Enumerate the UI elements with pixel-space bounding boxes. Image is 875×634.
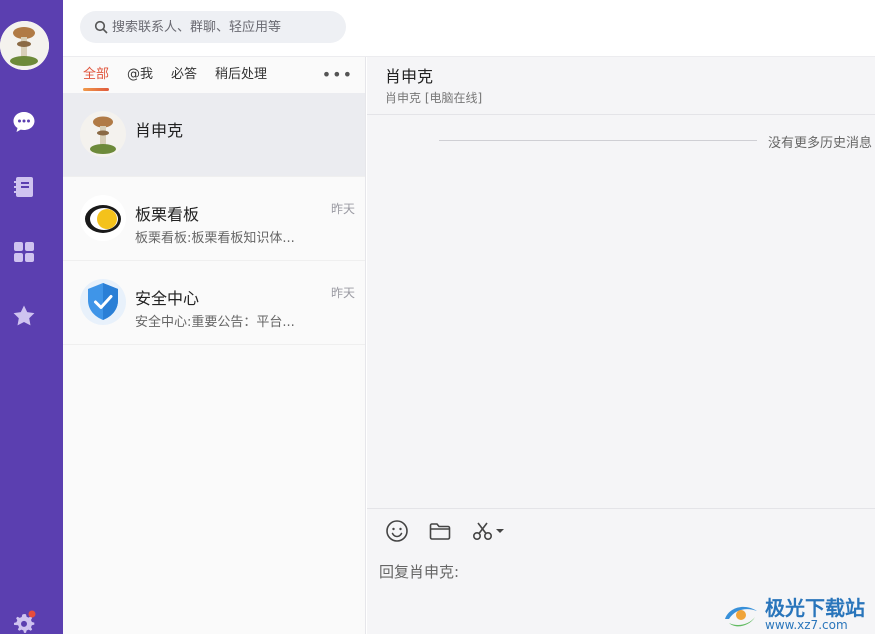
filter-tabs: 全部 @我 必答 稍后处理 ••• <box>63 57 365 93</box>
watermark-logo-icon <box>725 606 757 627</box>
tab-later[interactable]: 稍后处理 <box>215 57 267 93</box>
chat-title[interactable]: 肖申克 <box>385 63 433 87</box>
conversation-list-panel: 全部 @我 必答 稍后处理 ••• 肖申克 板栗看板 板栗看板:板栗看板知识体.… <box>63 57 366 634</box>
tab-all[interactable]: 全部 <box>83 57 110 93</box>
top-bar <box>63 0 875 57</box>
watermark-text: 极光下载站 <box>765 596 865 620</box>
conversation-name: 肖申克 <box>135 121 184 140</box>
contact-avatar <box>80 111 126 157</box>
tab-mentions[interactable]: @我 <box>127 57 153 93</box>
more-options-icon[interactable]: ••• <box>322 65 353 84</box>
chat-panel: 肖申克 肖申克 [电脑在线] 没有更多历史消息 极光下载站 www.xz7.co… <box>367 57 875 634</box>
watermark-url: www.xz7.com <box>765 618 848 632</box>
no-more-history-text: 没有更多历史消息 <box>768 136 873 151</box>
search-box[interactable] <box>80 11 346 43</box>
conversation-item-banli-kanban[interactable]: 板栗看板 板栗看板:板栗看板知识体... 昨天 <box>63 177 365 261</box>
conversation-name: 板栗看板 <box>135 205 200 224</box>
emoji-icon[interactable] <box>384 518 410 544</box>
conversation-item-xiaoshenke[interactable]: 肖申克 <box>63 93 365 177</box>
conversation-preview: 安全中心:重要公告：平台... <box>135 315 295 330</box>
banli-kanban-logo-icon <box>80 195 126 241</box>
conversation-item-security-center[interactable]: 安全中心 安全中心:重要公告：平台... 昨天 <box>63 261 365 345</box>
settings-gear-icon[interactable] <box>10 609 38 634</box>
star-icon[interactable] <box>10 302 38 330</box>
conversation-time: 昨天 <box>330 286 355 300</box>
chat-bubble-icon[interactable] <box>10 108 38 136</box>
history-notice: 没有更多历史消息 <box>439 131 875 151</box>
tab-must-reply[interactable]: 必答 <box>171 57 197 93</box>
nav-rail <box>0 0 63 634</box>
chat-status: 肖申克 [电脑在线] <box>385 91 483 105</box>
folder-icon[interactable] <box>427 518 453 544</box>
search-icon <box>94 20 108 34</box>
watermark: 极光下载站 www.xz7.com <box>721 598 865 632</box>
chat-header: 肖申克 肖申克 [电脑在线] <box>367 57 875 115</box>
conversation-name: 安全中心 <box>135 289 200 308</box>
user-avatar[interactable] <box>0 21 49 70</box>
shield-icon <box>80 279 126 325</box>
screenshot-scissors-icon[interactable] <box>471 518 509 544</box>
search-input[interactable] <box>112 19 332 35</box>
message-composer: 极光下载站 www.xz7.com <box>367 508 875 634</box>
apps-grid-icon[interactable] <box>10 238 38 266</box>
contacts-book-icon[interactable] <box>10 173 38 201</box>
conversation-preview: 板栗看板:板栗看板知识体... <box>135 231 295 246</box>
divider-line <box>439 140 757 141</box>
conversation-time: 昨天 <box>330 202 355 216</box>
